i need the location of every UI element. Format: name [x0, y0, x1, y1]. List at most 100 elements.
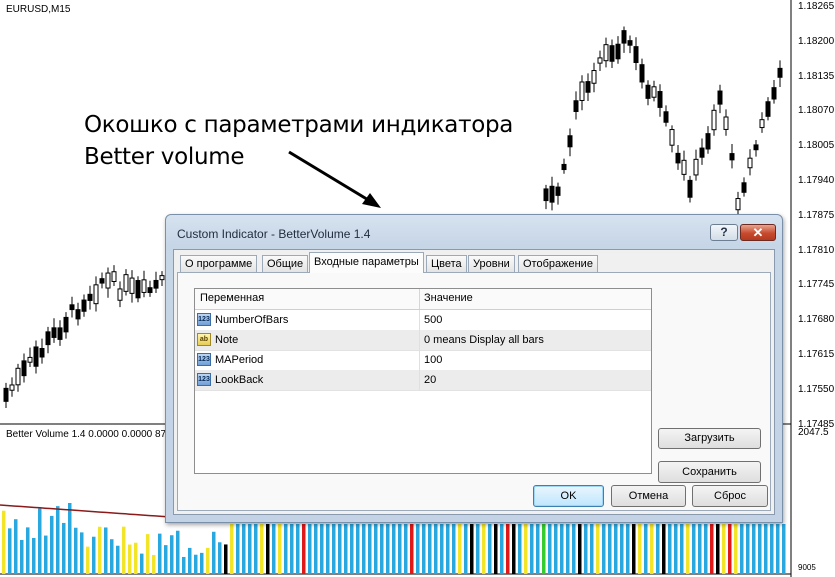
close-button[interactable]: ✕	[740, 224, 776, 241]
volume-bar	[98, 526, 102, 574]
tab-about[interactable]: О программе	[180, 255, 258, 272]
candle-body	[609, 45, 615, 62]
candle-body	[51, 327, 57, 338]
volume-bar	[782, 524, 786, 574]
volume-bar	[518, 524, 522, 574]
price-axis-label: 1.17810	[798, 244, 835, 256]
table-row[interactable]: ab Note 0 means Display all bars	[195, 330, 651, 351]
cancel-button[interactable]: Отмена	[611, 485, 686, 507]
volume-bar	[686, 524, 690, 574]
volume-bar	[530, 524, 534, 574]
volume-bar	[584, 524, 588, 574]
volume-bar	[80, 532, 84, 574]
price-axis-label: 1.17875	[798, 209, 835, 221]
row-divider	[419, 350, 420, 370]
volume-bar	[428, 524, 432, 574]
load-button[interactable]: Загрузить	[658, 428, 761, 449]
volume-bar	[488, 524, 492, 574]
inputs-panel: Переменная Значение 123 NumberOfBars 500…	[177, 272, 771, 511]
candle-body	[663, 111, 669, 123]
parameter-value[interactable]: 0 means Display all bars	[424, 334, 544, 346]
volume-bar	[500, 524, 504, 574]
column-variable-header[interactable]: Переменная	[200, 292, 264, 304]
candle-body	[141, 279, 147, 293]
candle-body	[159, 275, 165, 281]
volume-bar	[152, 554, 156, 574]
volume-bar	[554, 524, 558, 574]
price-axis-label: 1.18200	[798, 35, 835, 47]
candle-body	[27, 356, 33, 363]
volume-bar	[728, 524, 732, 574]
price-axis-label: 1.17550	[798, 383, 835, 395]
annotation-line-1: Окошко с параметрами индикатора	[84, 112, 514, 138]
candle-body	[123, 274, 129, 292]
candle-body	[759, 119, 765, 129]
candle-body	[87, 293, 93, 301]
candle-body	[651, 86, 657, 98]
annotation-line-2: Better volume	[84, 144, 245, 170]
volume-bar	[116, 545, 120, 574]
candle-body	[621, 30, 627, 44]
volume-bar	[638, 524, 642, 574]
volume-bar	[248, 524, 252, 574]
volume-bar	[20, 540, 24, 574]
candle-body	[573, 100, 579, 112]
candle-body	[711, 109, 717, 131]
tab-common[interactable]: Общие	[262, 255, 309, 272]
parameter-value[interactable]: 100	[424, 354, 442, 366]
candle-body	[33, 346, 39, 367]
volume-bar	[608, 524, 612, 574]
candle-body	[723, 116, 729, 130]
volume-bar	[260, 524, 264, 574]
tab-colors[interactable]: Цвета	[426, 255, 467, 272]
volume-bar	[302, 524, 306, 574]
candle-body	[597, 57, 603, 64]
candle-body	[669, 129, 675, 146]
column-value-header[interactable]: Значение	[424, 292, 473, 304]
volume-bar	[218, 542, 222, 574]
table-row[interactable]: 123 LookBack 20	[195, 370, 651, 391]
table-row[interactable]: 123 MAPeriod 100	[195, 350, 651, 371]
volume-bar	[350, 524, 354, 574]
volume-bar	[386, 524, 390, 574]
tab-visualization[interactable]: Отображение	[518, 255, 598, 272]
reset-button[interactable]: Сброс	[692, 485, 768, 507]
volume-bar	[392, 524, 396, 574]
volume-bar	[398, 524, 402, 574]
candle-body	[687, 179, 693, 198]
save-button[interactable]: Сохранить	[658, 461, 761, 483]
volume-axis-top-label: 2047.5	[798, 427, 829, 438]
volume-bar	[26, 527, 30, 574]
table-row[interactable]: 123 NumberOfBars 500	[195, 310, 651, 331]
volume-bar	[230, 524, 234, 574]
candle-body	[69, 304, 75, 311]
tab-inputs[interactable]: Входные параметры	[309, 252, 424, 273]
volume-bar	[110, 539, 114, 574]
candle-body	[603, 44, 609, 62]
candle-body	[693, 158, 699, 176]
parameter-name: NumberOfBars	[215, 314, 289, 326]
volume-bar	[176, 530, 180, 574]
volume-bar	[56, 506, 60, 574]
volume-bar	[512, 524, 516, 574]
candle-body	[591, 70, 597, 84]
help-button[interactable]: ?	[710, 224, 738, 241]
volume-bar	[404, 524, 408, 574]
parameter-value[interactable]: 500	[424, 314, 442, 326]
candle-body	[615, 43, 621, 60]
parameter-value[interactable]: 20	[424, 374, 436, 386]
volume-bar	[140, 553, 144, 574]
ok-button[interactable]: OK	[533, 485, 604, 507]
candle-body	[147, 287, 153, 294]
volume-bar	[572, 524, 576, 574]
volume-bar	[134, 542, 138, 574]
tab-levels[interactable]: Уровни	[468, 255, 515, 272]
volume-bar	[146, 534, 150, 574]
volume-bar	[482, 524, 486, 574]
volume-bar	[716, 524, 720, 574]
price-axis-label: 1.18070	[798, 105, 835, 117]
volume-bar	[68, 502, 72, 574]
candle-body	[135, 280, 141, 299]
volume-bar	[440, 524, 444, 574]
volume-bar	[38, 508, 42, 574]
